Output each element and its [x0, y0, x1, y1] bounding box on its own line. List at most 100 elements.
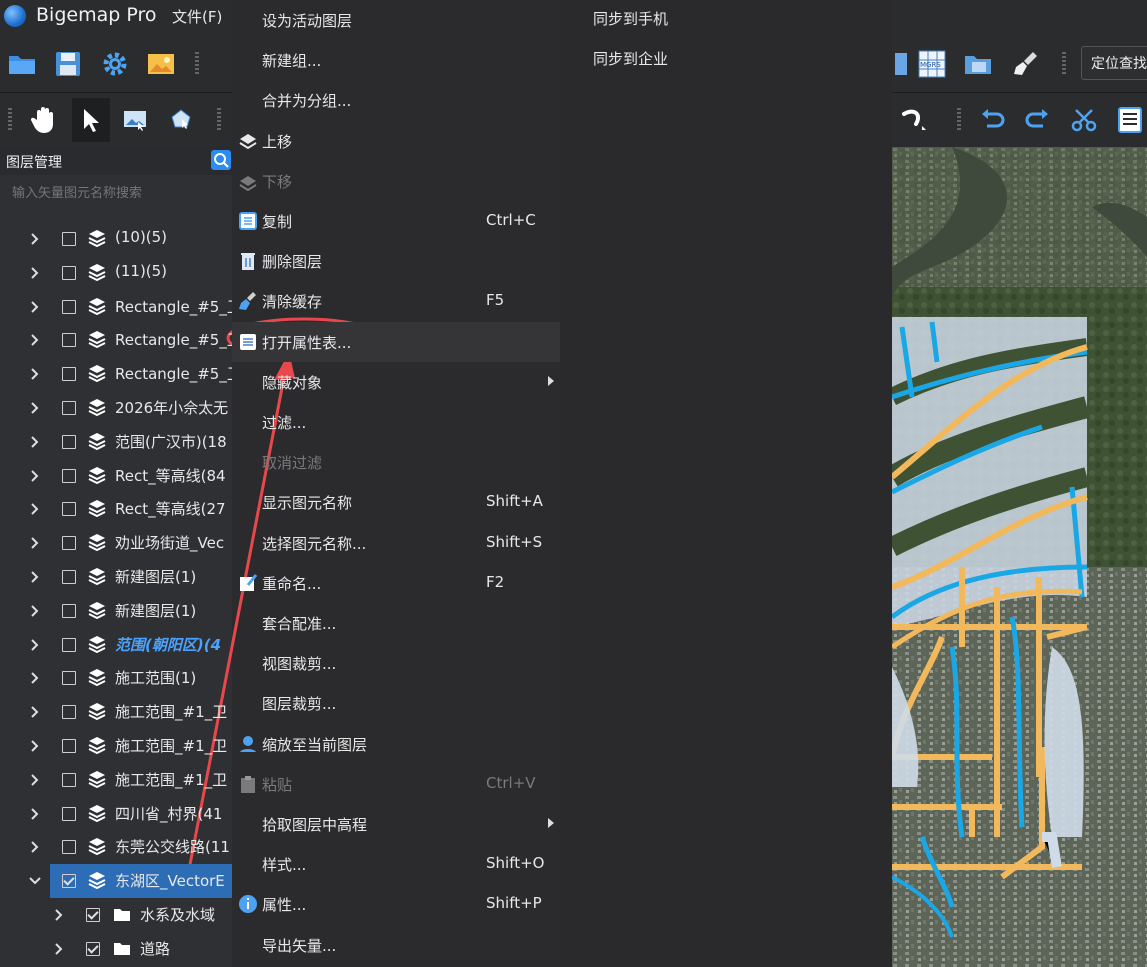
sublayer-row[interactable]: 水系及水域 — [0, 898, 232, 932]
layer-checkbox[interactable] — [62, 502, 76, 517]
context-menu-item[interactable]: 合并为分组... — [232, 80, 560, 120]
layer-row[interactable]: (10)(5) — [0, 222, 232, 256]
layer-checkbox[interactable] — [62, 874, 76, 889]
chevron-right-icon[interactable] — [28, 772, 42, 786]
layer-row[interactable]: (11)(5) — [0, 256, 232, 290]
menu-item-shortcut: Shift+O — [486, 854, 545, 873]
context-menu-item[interactable]: 打开属性表... — [232, 321, 560, 362]
layer-label: 施工范围_#1_卫 — [115, 737, 228, 755]
context-menu-item[interactable]: 删除图层 — [232, 241, 560, 281]
layer-row[interactable]: Rect_等高线(27 — [0, 492, 232, 526]
layer-row[interactable]: 劝业场街道_Vec — [0, 526, 232, 560]
layer-row[interactable]: Rectangle_#5_卫星 — [0, 290, 232, 324]
layer-label: Rectangle_#5_卫星 — [115, 365, 232, 384]
sublayer-row[interactable]: 道路 — [0, 932, 232, 966]
layer-checkbox[interactable] — [62, 603, 76, 618]
layer-row[interactable]: 施工范围_#1_卫 — [0, 763, 232, 797]
layer-row[interactable]: 施工范围_#1_卫 — [0, 695, 232, 729]
layer-row[interactable]: 2026年小佘太无 — [0, 391, 232, 425]
layer-row[interactable]: 新建图层(1) — [0, 594, 232, 628]
chevron-right-icon[interactable] — [28, 231, 42, 245]
context-menu-item[interactable]: 隐藏对象 — [232, 362, 560, 402]
layer-row[interactable]: 东莞公交线路(11 — [0, 830, 232, 864]
layer-checkbox[interactable] — [62, 401, 76, 415]
chevron-right-icon[interactable] — [28, 434, 42, 448]
sublayer-checkbox[interactable] — [86, 941, 100, 956]
context-menu-item: 取消过滤 — [232, 442, 560, 482]
layer-checkbox[interactable] — [62, 772, 76, 787]
layer-row[interactable]: Rectangle_#5_卫星 — [0, 357, 232, 391]
layer-checkbox[interactable] — [62, 299, 76, 314]
context-menu-item[interactable]: 清除缓存 F5 — [232, 281, 560, 321]
layer-row[interactable]: Rect_等高线(84 — [0, 459, 232, 493]
menu-item-label: 视图裁剪... — [262, 655, 337, 674]
chevron-right-icon[interactable] — [28, 366, 42, 380]
chevron-right-icon[interactable] — [28, 332, 42, 347]
layer-row[interactable]: 范围(朝阳区)(4 — [0, 628, 232, 662]
layer-row[interactable]: 东湖区_VectorE — [29, 864, 232, 899]
chevron-right-icon[interactable] — [28, 400, 42, 414]
context-menu-item[interactable]: 重命名... F2 — [232, 563, 560, 603]
chevron-down-icon[interactable] — [28, 873, 42, 887]
chevron-right-icon[interactable] — [28, 535, 42, 549]
context-menu-item[interactable]: 显示图元名称 Shift+A — [232, 482, 560, 522]
chevron-right-icon[interactable] — [28, 704, 42, 718]
layer-row[interactable]: 施工范围_#1_卫 — [0, 729, 232, 763]
layer-checkbox[interactable] — [62, 637, 76, 652]
context-menu-item[interactable]: 拾取图层中高程 — [232, 804, 560, 844]
sublayer-checkbox[interactable] — [86, 908, 100, 922]
context-menu-item[interactable]: 套合配准... — [232, 603, 560, 643]
chevron-right-icon[interactable] — [52, 941, 66, 955]
layer-checkbox[interactable] — [62, 265, 76, 280]
layer-checkbox[interactable] — [62, 434, 76, 449]
context-menu-item[interactable]: 缩放至当前图层 — [232, 724, 560, 764]
layer-checkbox[interactable] — [62, 806, 76, 821]
layer-checkbox[interactable] — [62, 739, 76, 753]
layer-label: 施工范围(1) — [115, 669, 197, 688]
menu-item-label: 导出矢量... — [262, 936, 337, 955]
context-menu-item[interactable]: 视图裁剪... — [232, 643, 560, 683]
layer-label: Rect_等高线(84 — [115, 466, 226, 485]
context-menu-item[interactable]: 选择图元名称... Shift+S — [232, 523, 560, 563]
context-menu-item[interactable]: 图层裁剪... — [232, 683, 560, 723]
context-menu-item[interactable]: 过滤... — [232, 402, 560, 442]
chevron-right-icon[interactable] — [28, 839, 42, 854]
chevron-right-icon[interactable] — [52, 907, 66, 921]
chevron-right-icon[interactable] — [28, 637, 42, 651]
layer-checkbox[interactable] — [62, 333, 76, 348]
layers-icon — [88, 263, 106, 281]
layer-checkbox[interactable] — [62, 232, 76, 246]
layer-checkbox[interactable] — [62, 367, 76, 382]
context-menu-item[interactable]: 导出矢量... — [232, 925, 560, 965]
layer-checkbox[interactable] — [62, 570, 76, 584]
paste-icon — [238, 774, 258, 794]
layer-checkbox[interactable] — [62, 671, 76, 686]
layer-row[interactable]: 施工范围(1) — [0, 661, 232, 695]
chevron-right-icon[interactable] — [28, 501, 42, 516]
layer-row[interactable]: 新建图层(1) — [0, 560, 232, 594]
layer-checkbox[interactable] — [62, 468, 76, 483]
chevron-right-icon[interactable] — [28, 806, 42, 820]
context-menu-item[interactable]: 新建组... — [232, 40, 560, 80]
chevron-right-icon[interactable] — [28, 670, 42, 685]
context-menu-item[interactable]: 属性... Shift+P — [232, 884, 560, 924]
chevron-right-icon[interactable] — [28, 603, 42, 617]
layer-checkbox[interactable] — [62, 536, 76, 551]
chevron-right-icon[interactable] — [28, 738, 42, 752]
chevron-right-icon[interactable] — [28, 468, 42, 482]
layer-checkbox[interactable] — [62, 705, 76, 720]
layer-row[interactable]: 四川省_村界(41 — [0, 797, 232, 831]
layer-checkbox[interactable] — [62, 840, 76, 855]
context-menu-item[interactable]: 设为活动图层 — [232, 0, 560, 40]
context-menu-item[interactable]: 样式... Shift+O — [232, 844, 560, 884]
layer-row[interactable]: 范围(广汉市)(18 — [0, 425, 232, 459]
chevron-right-icon[interactable] — [28, 299, 42, 313]
layers-icon — [88, 702, 106, 721]
layers-icon — [88, 601, 106, 619]
menu-item-label: 套合配准... — [262, 615, 337, 633]
layer-row[interactable]: Rectangle_#5_卫星 — [0, 323, 232, 357]
context-menu-item[interactable]: 上移 — [232, 121, 560, 161]
chevron-right-icon[interactable] — [28, 569, 42, 583]
context-menu-item[interactable]: 复制 Ctrl+C — [232, 201, 560, 241]
chevron-right-icon[interactable] — [28, 265, 42, 279]
